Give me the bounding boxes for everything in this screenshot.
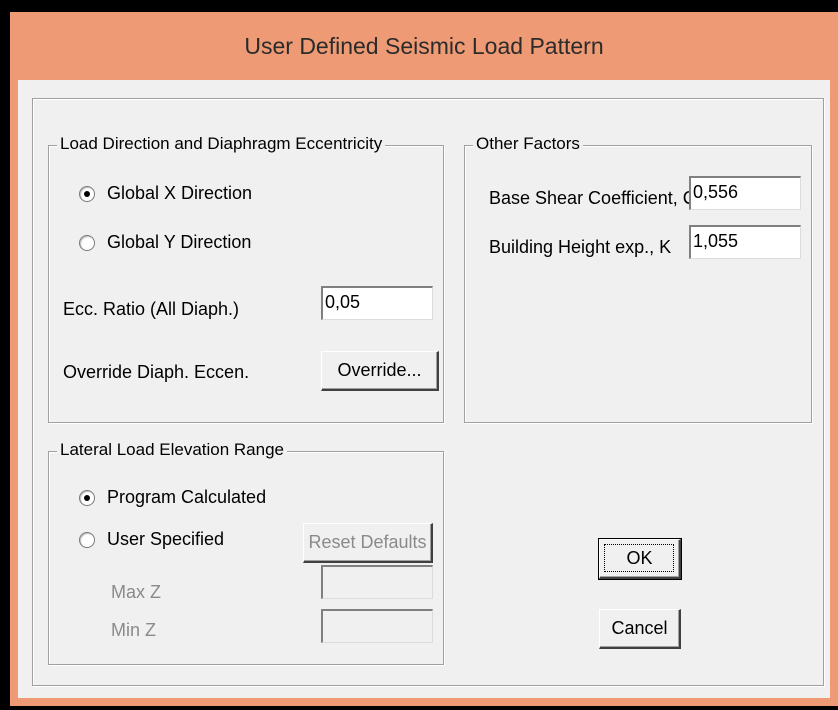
override-button[interactable]: Override...: [321, 351, 439, 391]
focus-rectangle: [604, 544, 674, 572]
max-z-input[interactable]: [321, 565, 433, 599]
max-z-label: Max Z: [111, 582, 162, 602]
global-y-radio[interactable]: [79, 235, 95, 251]
cancel-button[interactable]: Cancel: [599, 609, 681, 649]
ecc-ratio-label: Ecc. Ratio (All Diaph.): [63, 299, 240, 319]
dialog-window: User Defined Seismic Load Pattern Load D…: [10, 12, 838, 706]
base-shear-label: Base Shear Coefficient, C: [489, 188, 696, 208]
load-direction-group: Load Direction and Diaphragm Eccentricit…: [48, 134, 444, 423]
program-calculated-radio[interactable]: [79, 490, 95, 506]
override-label: Override Diaph. Eccen.: [63, 362, 250, 382]
radio-selected-dot: [84, 191, 90, 197]
title-bar[interactable]: User Defined Seismic Load Pattern: [10, 12, 838, 80]
ecc-ratio-input[interactable]: 0,05: [321, 286, 433, 320]
other-factors-legend: Other Factors: [473, 134, 583, 154]
program-calculated-label[interactable]: Program Calculated: [107, 487, 266, 508]
other-factors-group: Other Factors Base Shear Coefficient, C …: [464, 134, 812, 423]
radio-selected-dot: [84, 495, 90, 501]
user-specified-radio[interactable]: [79, 532, 95, 548]
ok-button[interactable]: OK: [598, 538, 682, 580]
inner-frame: Load Direction and Diaphragm Eccentricit…: [32, 98, 824, 686]
dialog-body: Load Direction and Diaphragm Eccentricit…: [18, 80, 830, 698]
user-specified-label[interactable]: User Specified: [107, 529, 224, 550]
elevation-range-legend: Lateral Load Elevation Range: [57, 440, 287, 460]
base-shear-input[interactable]: 0,556: [689, 176, 801, 210]
global-x-radio[interactable]: [79, 186, 95, 202]
reset-defaults-button[interactable]: Reset Defaults: [303, 523, 433, 563]
dialog-title: User Defined Seismic Load Pattern: [244, 32, 604, 59]
elevation-range-group: Lateral Load Elevation Range Program Cal…: [48, 440, 444, 665]
load-direction-legend: Load Direction and Diaphragm Eccentricit…: [57, 134, 386, 154]
global-y-label[interactable]: Global Y Direction: [107, 232, 251, 253]
min-z-label: Min Z: [111, 620, 156, 640]
building-height-input[interactable]: 1,055: [689, 225, 801, 259]
global-x-label[interactable]: Global X Direction: [107, 183, 252, 204]
min-z-input[interactable]: [321, 609, 433, 643]
building-height-label: Building Height exp., K: [489, 237, 672, 257]
